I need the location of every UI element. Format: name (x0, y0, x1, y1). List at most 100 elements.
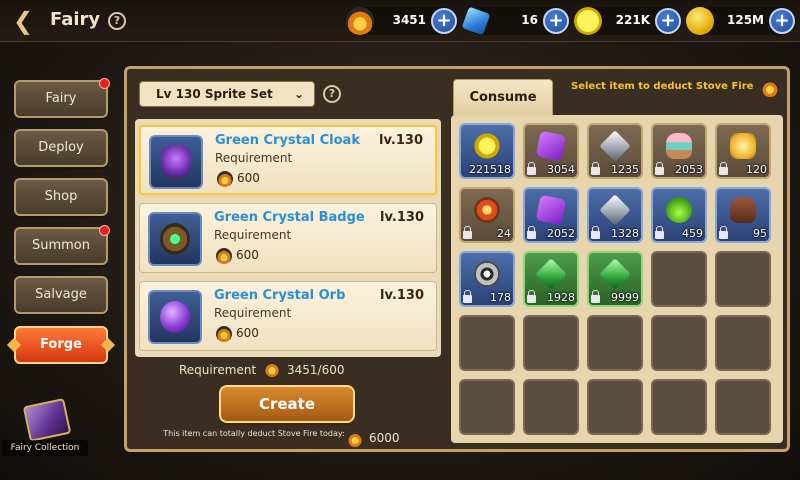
wheel-icon (474, 261, 500, 287)
empty-slot (523, 379, 579, 435)
requirement-value: 3451/600 (287, 363, 345, 377)
tab-deploy[interactable]: Deploy (14, 129, 108, 167)
tab-label: Shop (44, 189, 78, 204)
inventory-slot[interactable]: 2053 (651, 123, 707, 179)
add-c-coin-button[interactable]: + (655, 8, 681, 34)
slot-quantity: 24 (497, 227, 511, 240)
stove-fire-icon (216, 326, 232, 342)
lock-icon (719, 162, 728, 175)
set-selector-dropdown[interactable]: Lv 130 Sprite Set ⌄ (139, 81, 315, 107)
forge-item-cloak[interactable]: Green Crystal Cloak lv.130 Requirement 6… (139, 125, 437, 195)
tab-label: Salvage (35, 287, 87, 302)
tab-shop[interactable]: Shop (14, 178, 108, 216)
add-gold-button[interactable]: + (769, 8, 795, 34)
collection-label: Fairy Collection (2, 440, 88, 456)
tab-forge[interactable]: Forge (14, 326, 108, 364)
potion-icon (666, 197, 692, 223)
inventory-slot[interactable]: 3054 (523, 123, 579, 179)
item-name: Green Crystal Cloak (215, 133, 360, 148)
inventory-slot[interactable]: 9999 (587, 251, 643, 307)
lock-icon (463, 226, 472, 239)
stove-fire-icon (217, 171, 233, 187)
tab-salvage[interactable]: Salvage (14, 276, 108, 314)
lock-icon (463, 290, 472, 303)
currency-stove-fire: 3451 + (346, 7, 458, 35)
gold-coin-icon (686, 7, 714, 35)
page-title: Fairy (50, 9, 101, 30)
notification-dot (99, 225, 110, 236)
set-help-icon[interactable]: ? (323, 85, 341, 103)
slot-quantity: 3054 (547, 163, 575, 176)
add-diamond-button[interactable]: + (543, 8, 569, 34)
consume-hint: Select item to deduct Stove Fire (571, 81, 754, 92)
inventory-slot[interactable]: 178 (459, 251, 515, 307)
lock-icon (527, 290, 536, 303)
empty-slot (459, 315, 515, 371)
item-requirement-label: Requirement (214, 306, 292, 320)
currency-gold: 125M + (686, 7, 796, 35)
inventory-slot[interactable]: 1328 (587, 187, 643, 243)
forge-item-badge[interactable]: Green Crystal Badge lv.130 Requirement 6… (139, 203, 437, 273)
purple-crystal-icon (535, 130, 567, 162)
slot-quantity: 95 (753, 227, 767, 240)
add-stove-fire-button[interactable]: + (431, 8, 457, 34)
create-button[interactable]: Create (219, 385, 355, 423)
inventory-slot[interactable]: 95 (715, 187, 771, 243)
currency-c-coin: 221K + (574, 7, 682, 35)
empty-slot (651, 315, 707, 371)
item-cost: 600 (236, 248, 259, 262)
tab-consume-item[interactable]: Consume item (453, 79, 553, 141)
forge-item-list: Green Crystal Cloak lv.130 Requirement 6… (135, 119, 441, 357)
currency-value: 16 (521, 13, 538, 27)
inventory-slot[interactable]: 1928 (523, 251, 579, 307)
tab-summon[interactable]: Summon (14, 225, 110, 265)
empty-slot (651, 379, 707, 435)
slot-quantity: 2053 (675, 163, 703, 176)
item-cost: 600 (237, 171, 260, 185)
stove-fire-icon (264, 361, 280, 377)
purple-crystal-icon (535, 194, 567, 226)
forge-panel: Lv 130 Sprite Set ⌄ ? Green Crystal Cloa… (124, 66, 790, 452)
deduct-value: 6000 (369, 431, 400, 445)
inventory-slot[interactable]: 2052 (523, 187, 579, 243)
badge-icon (160, 223, 190, 255)
inventory-slot[interactable]: 24 (459, 187, 515, 243)
green-crystal-icon (535, 258, 567, 290)
stove-fire-icon (216, 248, 232, 264)
forge-item-orb[interactable]: Green Crystal Orb lv.130 Requirement 600 (139, 281, 437, 351)
currency-value: 125M (727, 13, 764, 27)
inventory-slot[interactable]: 221518 (459, 123, 515, 179)
compass-icon (474, 197, 500, 223)
inventory-slot[interactable]: 120 (715, 123, 771, 179)
inventory-slot[interactable]: 459 (651, 187, 707, 243)
silver-crystal-icon (599, 130, 631, 162)
empty-slot (715, 315, 771, 371)
tab-label: Fairy (45, 91, 77, 106)
cloak-icon (161, 146, 191, 178)
slot-quantity: 459 (682, 227, 703, 240)
empty-slot (587, 379, 643, 435)
lock-icon (655, 226, 664, 239)
fairy-collection-button[interactable]: Fairy Collection (2, 396, 88, 462)
stove-fire-icon (347, 431, 363, 447)
help-icon[interactable]: ? (108, 12, 126, 30)
consume-item-grid: 221518 3054 1235 2053 120 24 2052 1328 4… (451, 115, 783, 443)
green-crystal-icon (599, 258, 631, 290)
empty-slot (651, 251, 707, 307)
lock-icon (655, 162, 664, 175)
tab-fairy[interactable]: Fairy (14, 78, 110, 118)
lock-icon (527, 226, 536, 239)
item-level: lv.130 (380, 288, 424, 303)
tab-label: Forge (40, 337, 82, 352)
lock-icon (591, 226, 600, 239)
lock-icon (591, 162, 600, 175)
cake-icon (666, 133, 692, 159)
item-name: Green Crystal Orb (214, 288, 346, 303)
empty-slot (715, 379, 771, 435)
inventory-slot[interactable]: 1235 (587, 123, 643, 179)
back-arrow-icon[interactable]: ❮ (8, 6, 38, 36)
requirement-label: Requirement (179, 363, 257, 377)
item-cost: 600 (236, 326, 259, 340)
slot-quantity: 1328 (611, 227, 639, 240)
tab-label: Deploy (38, 140, 84, 155)
